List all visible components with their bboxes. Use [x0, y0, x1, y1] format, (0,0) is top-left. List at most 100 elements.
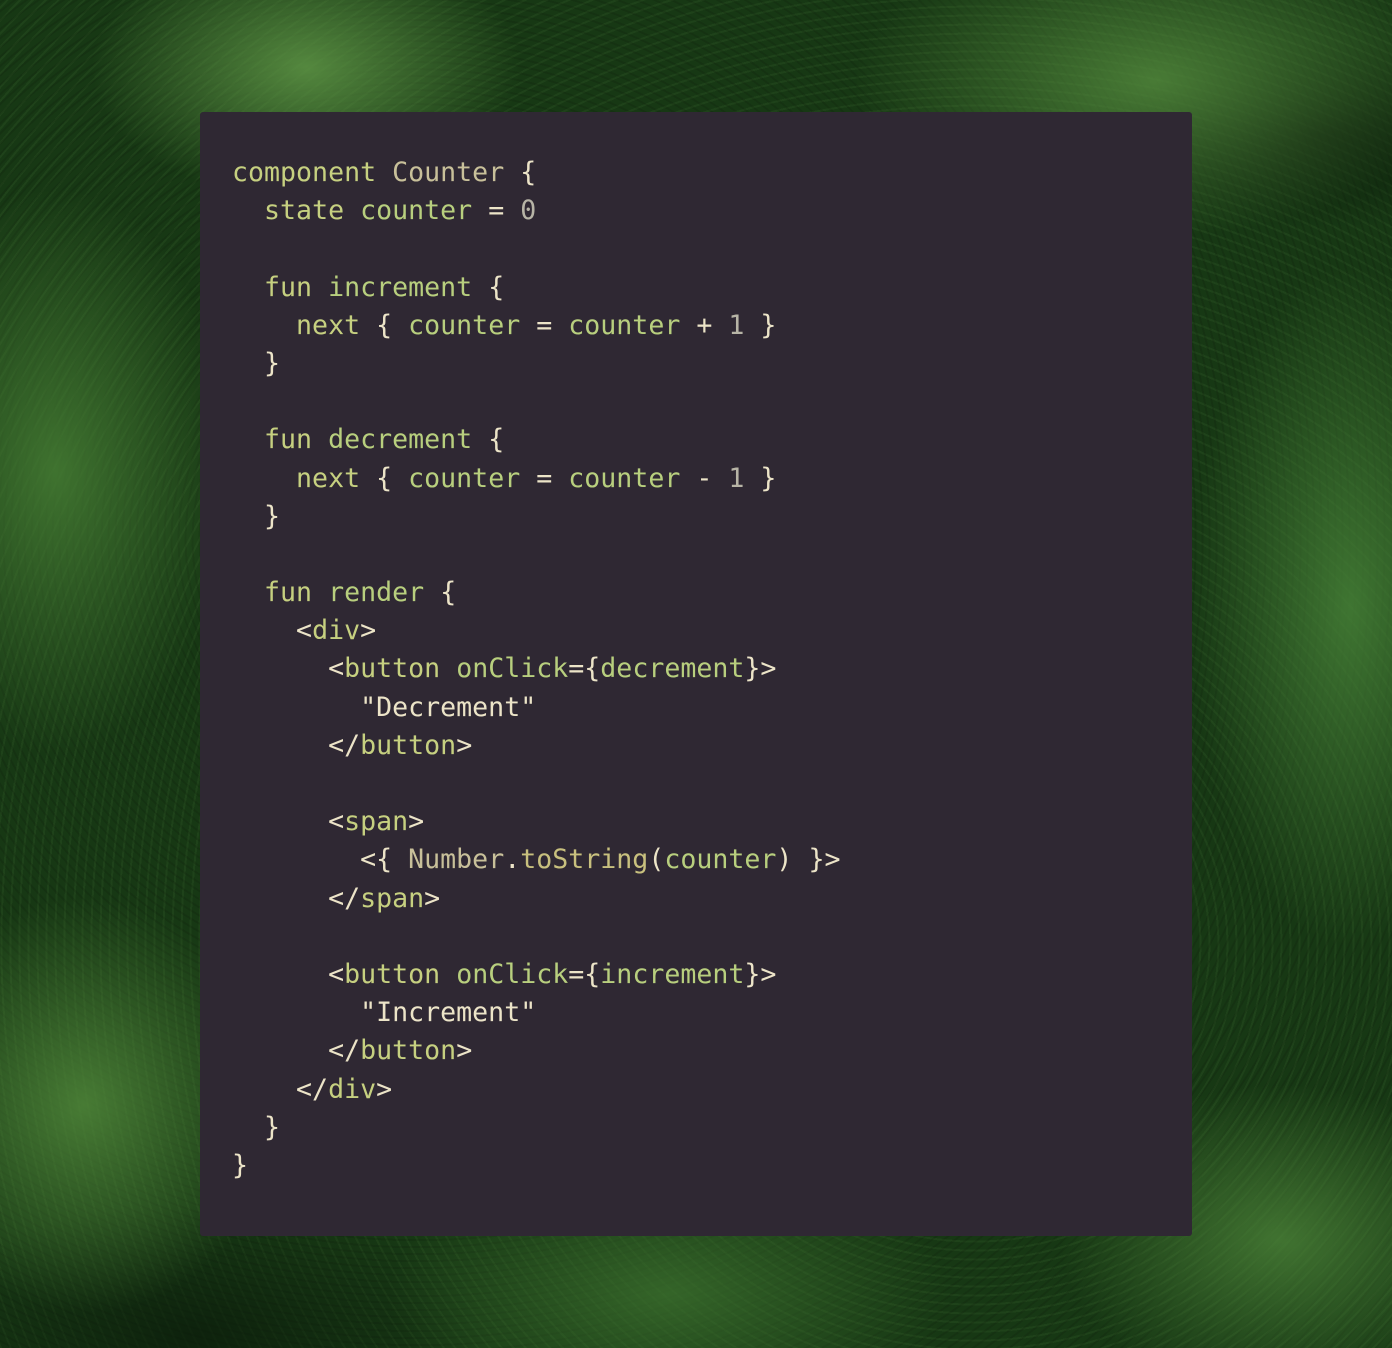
code-token-punct: <	[328, 806, 345, 838]
code-line: "Increment"	[232, 994, 1192, 1032]
code-line: fun increment {	[232, 269, 1192, 307]
code-token-number: 0	[520, 195, 537, 227]
code-token-keyword: fun	[264, 271, 313, 303]
code-token-ident: render	[328, 577, 425, 609]
code-token-method: toString	[520, 844, 649, 876]
code-token-punct: </	[328, 882, 361, 914]
code-token-ident: counter	[360, 195, 473, 227]
code-token-punct: {	[376, 309, 393, 341]
code-token-keyword: next	[296, 462, 361, 494]
code-line: fun decrement {	[232, 421, 1192, 459]
code-token-punct: ={	[568, 958, 601, 990]
code-line: }	[232, 1147, 1192, 1185]
code-token-ident: onClick	[456, 958, 569, 990]
code-token-punct: }	[264, 1111, 281, 1143]
code-token-punct: <	[328, 958, 345, 990]
code-token-punct: >	[376, 1073, 393, 1105]
code-token-string: "Increment"	[360, 997, 537, 1029]
code-token-tag: button	[344, 653, 441, 685]
code-token-keyword: fun	[264, 577, 313, 609]
code-token-ident: counter	[568, 462, 681, 494]
code-token-punct: </	[328, 1035, 361, 1067]
code-token-type: Number	[408, 844, 505, 876]
code-token-punct: </	[296, 1073, 329, 1105]
code-token-tag: button	[360, 729, 457, 761]
code-token-punct: }	[232, 1149, 249, 1181]
code-line: }	[232, 498, 1192, 536]
code-line: </button>	[232, 1032, 1192, 1070]
code-token-punct: +	[696, 309, 713, 341]
code-token-punct: (	[648, 844, 665, 876]
code-token-ident: counter	[568, 309, 681, 341]
code-token-type: Counter	[392, 157, 505, 188]
code-token-punct: =	[536, 462, 553, 494]
code-token-punct: }	[264, 500, 281, 532]
code-token-tag: button	[344, 958, 441, 990]
code-token-keyword: next	[296, 309, 361, 341]
code-token-punct: }	[264, 347, 281, 379]
code-token-punct: ={	[568, 653, 601, 685]
code-token-punct: >	[360, 615, 377, 647]
code-line: </button>	[232, 727, 1192, 765]
code-token-punct: >	[408, 806, 425, 838]
code-line: <button onClick={increment}>	[232, 956, 1192, 994]
code-token-keyword: fun	[264, 424, 313, 456]
code-token-punct: {	[488, 424, 505, 456]
code-token-ident: increment	[600, 958, 745, 990]
code-token-punct: -	[696, 462, 713, 494]
code-line: component Counter {	[232, 154, 1192, 192]
code-token-ident: increment	[328, 271, 473, 303]
code-token-tag: span	[360, 882, 425, 914]
code-token-punct: }>	[744, 653, 777, 685]
code-token-punct: {	[440, 577, 457, 609]
code-card: component Counter { state counter = 0 fu…	[200, 112, 1192, 1236]
code-token-punct: }>	[744, 958, 777, 990]
code-token-punct: }	[760, 309, 777, 341]
code-line: </span>	[232, 880, 1192, 918]
code-token-number: 1	[728, 309, 745, 341]
code-token-punct: <{	[360, 844, 393, 876]
code-token-punct: }>	[808, 844, 841, 876]
code-token-punct: )	[776, 844, 793, 876]
code-line: next { counter = counter + 1 }	[232, 307, 1192, 345]
code-line: </div>	[232, 1071, 1192, 1109]
code-token-keyword: state	[264, 195, 345, 227]
code-token-punct: {	[488, 271, 505, 303]
code-token-punct: {	[520, 157, 537, 188]
